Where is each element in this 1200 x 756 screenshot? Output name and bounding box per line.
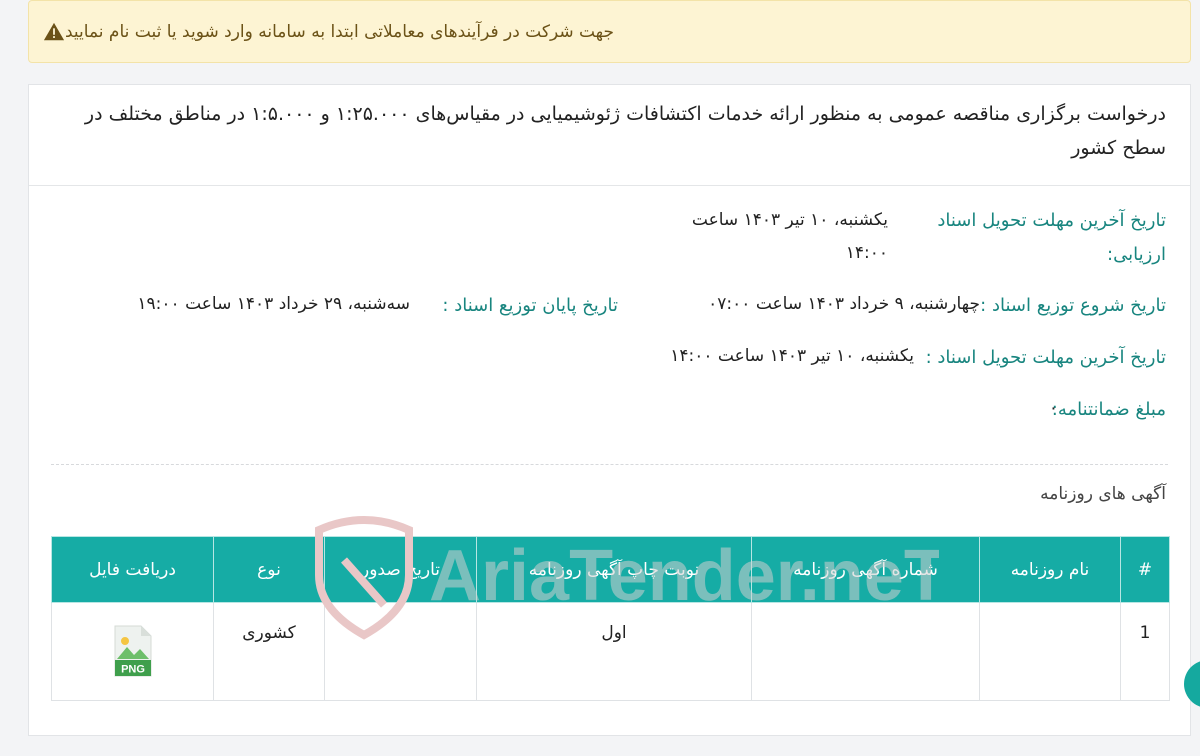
dist-start-label: تاریخ شروع توزیع اسناد :	[980, 295, 1166, 316]
eval-deadline-label-2: ارزیابی:	[1107, 244, 1166, 265]
png-file-icon[interactable]: PNG	[113, 625, 153, 677]
col-file-header: دریافت فایل	[51, 536, 214, 603]
docs-deadline-value: یکشنبه، ۱۰ تیر ۱۴۰۳ ساعت ۱۴:۰۰	[670, 346, 914, 366]
dist-start-value: چهارشنبه، ۹ خرداد ۱۴۰۳ ساعت ۰۷:۰۰	[708, 294, 980, 314]
tender-header: درخواست برگزاری مناقصه عمومی به منظور ار…	[29, 85, 1190, 186]
row-file-cell: PNG	[51, 602, 214, 701]
dist-end-label: تاریخ پایان توزیع اسناد :	[442, 295, 618, 316]
tender-title: درخواست برگزاری مناقصه عمومی به منظور ار…	[84, 103, 1166, 159]
newspaper-section-title: آگهی های روزنامه	[1040, 484, 1166, 504]
row-issue-date	[324, 602, 477, 701]
row-index: 1	[1120, 602, 1170, 701]
warning-icon	[43, 22, 65, 40]
newspaper-table: # نام روزنامه شماره آگهی روزنامه نوبت چا…	[51, 536, 1170, 701]
dist-end-value: سه‌شنبه، ۲۹ خرداد ۱۴۰۳ ساعت ۱۹:۰۰	[137, 294, 410, 314]
table-row: 1 اول کشوری PNG	[51, 602, 1170, 701]
section-divider	[51, 464, 1168, 465]
table-header-row: # نام روزنامه شماره آگهی روزنامه نوبت چا…	[51, 536, 1170, 603]
col-name-header: نام روزنامه	[979, 536, 1121, 603]
row-type: کشوری	[213, 602, 325, 701]
col-print-turn-header: نوبت چاپ آگهی روزنامه	[476, 536, 752, 603]
eval-deadline-label: تاریخ آخرین مهلت تحویل اسناد	[937, 210, 1166, 231]
login-alert: جهت شرکت در فرآیندهای معاملاتی ابتدا به …	[28, 0, 1191, 63]
row-newspaper-name	[979, 602, 1121, 701]
col-issue-date-header: تاریخ صدور	[324, 536, 477, 603]
col-type-header: نوع	[213, 536, 325, 603]
guarantee-label: مبلغ ضمانتنامه:	[1051, 399, 1166, 420]
row-print-turn: اول	[476, 602, 752, 701]
docs-deadline-label: تاریخ آخرین مهلت تحویل اسناد :	[925, 347, 1166, 368]
svg-text:PNG: PNG	[121, 664, 145, 676]
guarantee-value: ۰	[1048, 398, 1058, 418]
alert-text: جهت شرکت در فرآیندهای معاملاتی ابتدا به …	[65, 21, 615, 42]
tender-card: درخواست برگزاری مناقصه عمومی به منظور ار…	[28, 84, 1191, 736]
eval-deadline-value: یکشنبه، ۱۰ تیر ۱۴۰۳ ساعت	[691, 210, 888, 230]
col-ad-number-header: شماره آگهی روزنامه	[751, 536, 980, 603]
col-index-header: #	[1120, 536, 1170, 603]
eval-deadline-value-2: ۱۴:۰۰	[845, 243, 888, 263]
row-ad-number	[751, 602, 980, 701]
